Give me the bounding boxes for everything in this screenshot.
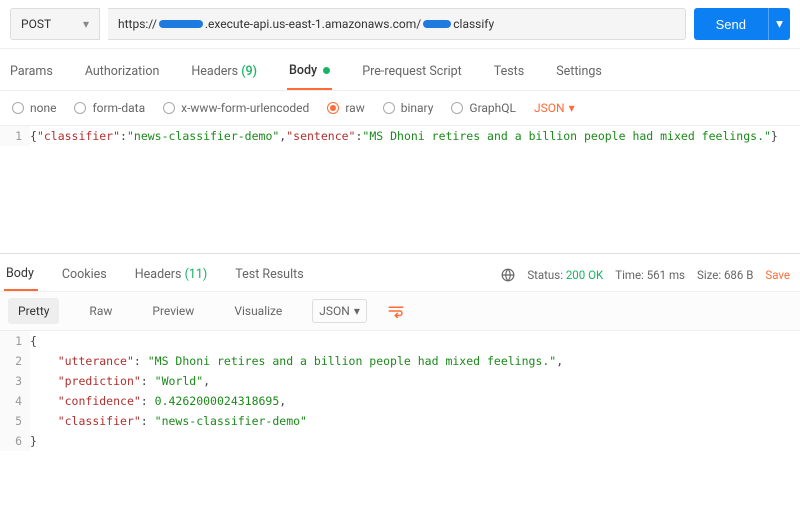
radio-form-data-label: form-data <box>92 101 145 115</box>
body-type-row: none form-data x-www-form-urlencoded raw… <box>0 91 800 125</box>
status-label: Status: 200 OK <box>527 268 603 282</box>
request-tabs: Params Authorization Headers (9) Body Pr… <box>0 49 800 91</box>
http-method-dropdown[interactable]: POST ▾ <box>10 8 100 40</box>
content-type-label: JSON <box>534 101 565 115</box>
resp-tab-headers-label: Headers <box>135 267 182 282</box>
radio-graphql[interactable]: GraphQL <box>451 101 516 115</box>
tab-headers-label: Headers <box>191 64 238 79</box>
http-method-value: POST <box>21 17 51 31</box>
response-tabs: Body Cookies Headers (11) Test Results S… <box>0 253 800 292</box>
radio-raw-label: raw <box>345 101 364 115</box>
view-pretty[interactable]: Pretty <box>8 298 59 324</box>
view-raw[interactable]: Raw <box>79 298 122 324</box>
line-number: 3 <box>0 371 30 391</box>
response-format-label: JSON <box>319 304 350 318</box>
radio-raw[interactable]: raw <box>327 101 364 115</box>
chevron-down-icon: ▾ <box>776 16 783 32</box>
radio-xwww-label: x-www-form-urlencoded <box>181 101 309 115</box>
line-number: 1 <box>0 331 30 351</box>
tab-params[interactable]: Params <box>8 58 55 89</box>
chevron-down-icon: ▾ <box>569 101 575 115</box>
response-toolbar: Pretty Raw Preview Visualize JSON ▾ <box>0 292 800 331</box>
response-line: } <box>30 431 800 451</box>
tab-headers[interactable]: Headers (9) <box>189 58 259 89</box>
resp-headers-count: (11) <box>185 267 208 282</box>
radio-binary[interactable]: binary <box>383 101 434 115</box>
send-button[interactable]: Send <box>694 8 768 40</box>
url-text-suffix: classify <box>453 17 494 31</box>
response-line: "utterance": "MS Dhoni retires and a bil… <box>30 351 800 371</box>
chevron-down-icon: ▾ <box>354 304 360 318</box>
line-number: 5 <box>0 411 30 431</box>
active-dot-icon <box>323 67 330 74</box>
view-visualize[interactable]: Visualize <box>224 298 292 324</box>
radio-binary-label: binary <box>401 101 434 115</box>
tab-authorization[interactable]: Authorization <box>83 58 162 89</box>
line-number: 6 <box>0 431 30 451</box>
url-text-prefix: https:// <box>118 17 157 31</box>
wrap-lines-icon[interactable] <box>387 304 405 318</box>
time-label: Time: 561 ms <box>615 268 685 282</box>
radio-none[interactable]: none <box>12 101 56 115</box>
resp-tab-cookies[interactable]: Cookies <box>60 259 111 290</box>
radio-graphql-label: GraphQL <box>469 101 516 115</box>
line-number: 1 <box>0 126 30 146</box>
size-label: Size: 686 B <box>697 268 753 282</box>
view-preview[interactable]: Preview <box>142 298 204 324</box>
url-text-mid: .execute-api.us-east-1.amazonaws.com/ <box>205 17 421 31</box>
tab-prerequest[interactable]: Pre-request Script <box>360 58 463 89</box>
tab-body[interactable]: Body <box>287 57 332 90</box>
headers-count: (9) <box>241 64 257 79</box>
response-line: "prediction": "World", <box>30 371 800 391</box>
response-line: "classifier": "news-classifier-demo" <box>30 411 800 431</box>
tab-tests[interactable]: Tests <box>492 58 526 89</box>
globe-icon[interactable] <box>501 268 515 282</box>
resp-tab-test-results[interactable]: Test Results <box>233 259 307 290</box>
send-button-group: Send ▾ <box>694 8 790 40</box>
response-line: { <box>30 331 800 351</box>
request-header-row: POST ▾ https:// .execute-api.us-east-1.a… <box>0 0 800 49</box>
content-type-dropdown[interactable]: JSON ▾ <box>534 101 575 115</box>
line-number: 4 <box>0 391 30 411</box>
response-body-viewer[interactable]: 1{ 2 "utterance": "MS Dhoni retires and … <box>0 331 800 471</box>
radio-form-data[interactable]: form-data <box>74 101 145 115</box>
tab-settings[interactable]: Settings <box>554 58 604 89</box>
request-body-line: {"classifier":"news-classifier-demo","se… <box>30 126 800 146</box>
resp-tab-headers[interactable]: Headers (11) <box>133 259 212 290</box>
response-meta: Status: 200 OK Time: 561 ms Size: 686 B … <box>501 268 790 282</box>
chevron-down-icon: ▾ <box>83 17 89 31</box>
response-format-dropdown[interactable]: JSON ▾ <box>312 299 367 323</box>
resp-tab-body[interactable]: Body <box>4 258 38 291</box>
radio-xwww[interactable]: x-www-form-urlencoded <box>163 101 309 115</box>
redacted-segment <box>159 20 203 28</box>
redacted-segment <box>423 20 451 28</box>
radio-none-label: none <box>30 101 56 115</box>
url-input[interactable]: https:// .execute-api.us-east-1.amazonaw… <box>108 8 686 40</box>
request-body-editor[interactable]: 1 {"classifier":"news-classifier-demo","… <box>0 125 800 253</box>
save-response-button[interactable]: Save <box>765 268 790 282</box>
response-line: "confidence": 0.4262000024318695, <box>30 391 800 411</box>
tab-body-label: Body <box>289 63 317 78</box>
send-dropdown-button[interactable]: ▾ <box>768 8 790 40</box>
line-number: 2 <box>0 351 30 371</box>
